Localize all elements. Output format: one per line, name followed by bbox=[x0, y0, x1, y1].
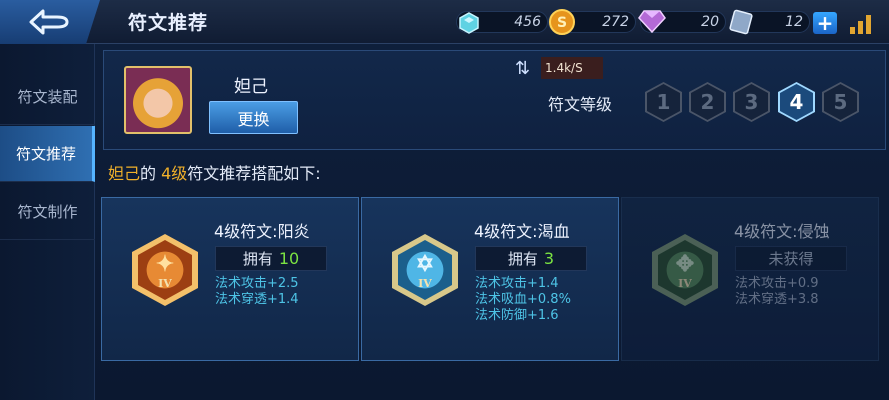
hero-name: 妲己 bbox=[234, 77, 268, 97]
recommend-heading: 妲己的 4级符文推荐搭配如下: bbox=[108, 160, 321, 184]
stat-line: 法术穿透+1.4 bbox=[215, 292, 299, 307]
stat-line: 法术攻击+0.9 bbox=[735, 276, 819, 291]
level-1-label: 1 bbox=[647, 84, 680, 120]
rune-level-label: 符文等级 bbox=[548, 95, 613, 114]
rune-numeral: IV bbox=[158, 276, 172, 290]
back-arrow-icon bbox=[29, 9, 69, 35]
sidebar-item-rune-craft[interactable]: 符文制作 bbox=[0, 184, 95, 240]
rune-card-qinshi[interactable]: ✥ IV 4级符文:侵蚀 未获得 法术攻击+0.9 法术穿透+3.8 bbox=[621, 197, 879, 361]
rune-card-kexue[interactable]: ✡ IV 4级符文:渴血 拥有 3 法术攻击+1.4 法术吸血+0.8% 法术防御… bbox=[361, 197, 619, 361]
rate-readout: 1.4k/S bbox=[541, 57, 603, 79]
owned-label: 拥有 bbox=[242, 250, 273, 268]
hero-avatar[interactable] bbox=[124, 66, 192, 134]
owned-count: 10 bbox=[278, 249, 300, 268]
owned-count-box: 未获得 bbox=[735, 246, 847, 271]
level-4-label: 4 bbox=[780, 84, 813, 120]
rune-numeral: IV bbox=[418, 276, 432, 290]
level-2-label: 2 bbox=[691, 84, 724, 120]
rune-name: 4级符文:阳炎 bbox=[214, 222, 310, 241]
owned-count-box: 拥有 10 bbox=[215, 246, 327, 271]
stat-line: 法术吸血+0.8% bbox=[475, 292, 571, 307]
sidebar-item-rune-equip[interactable]: 符文装配 bbox=[0, 69, 95, 125]
level-5-label: 5 bbox=[824, 84, 857, 120]
recommend-hero-name: 妲己 bbox=[108, 164, 141, 183]
yangyan-rune-icon: ✦ IV bbox=[132, 234, 198, 306]
add-currency-button[interactable]: + bbox=[813, 12, 837, 34]
change-hero-button[interactable]: 更换 bbox=[209, 101, 298, 134]
stat-line: 法术攻击+1.4 bbox=[475, 276, 559, 291]
stat-line: 法术穿透+3.8 bbox=[735, 292, 819, 307]
rune-name: 4级符文:渴血 bbox=[474, 222, 570, 241]
rune-stats: 法术攻击+1.4 法术吸血+0.8% 法术防御+1.6 bbox=[475, 276, 571, 324]
page-title: 符文推荐 bbox=[128, 12, 209, 34]
rune-stats: 法术攻击+2.5 法术穿透+1.4 bbox=[215, 276, 299, 308]
sidebar-item-rune-recommend[interactable]: 符文推荐 bbox=[0, 126, 95, 182]
diamond-icon bbox=[638, 9, 666, 37]
rune-name: 4级符文:侵蚀 bbox=[734, 222, 830, 241]
owned-count-box: 拥有 3 bbox=[475, 246, 587, 271]
recommend-suffix: 符文推荐搭配如下: bbox=[187, 164, 321, 183]
back-button[interactable] bbox=[0, 0, 100, 44]
signal-icon bbox=[850, 10, 876, 34]
owned-label: 未获得 bbox=[768, 250, 814, 268]
crystal-icon bbox=[458, 12, 480, 38]
qinshi-rune-icon: ✥ IV bbox=[652, 234, 718, 306]
gold-coin-icon: S bbox=[548, 8, 576, 40]
recommend-level: 4级 bbox=[161, 164, 188, 183]
owned-label: 拥有 bbox=[507, 250, 538, 268]
svg-text:S: S bbox=[557, 15, 567, 31]
owned-count: 3 bbox=[543, 249, 555, 268]
refresh-icon: ⇅ bbox=[515, 58, 531, 79]
kexue-rune-icon: ✡ IV bbox=[392, 234, 458, 306]
rune-card-yangyan[interactable]: ✦ IV 4级符文:阳炎 拥有 10 法术攻击+2.5 法术穿透+1.4 bbox=[101, 197, 359, 361]
recommend-prefix: 的 bbox=[140, 164, 162, 183]
level-3-label: 3 bbox=[735, 84, 768, 120]
stat-line: 法术攻击+2.5 bbox=[215, 276, 299, 291]
rune-stats: 法术攻击+0.9 法术穿透+3.8 bbox=[735, 276, 819, 308]
voucher-icon bbox=[728, 9, 754, 39]
rune-numeral: IV bbox=[678, 276, 692, 290]
stat-line: 法术防御+1.6 bbox=[475, 308, 559, 323]
